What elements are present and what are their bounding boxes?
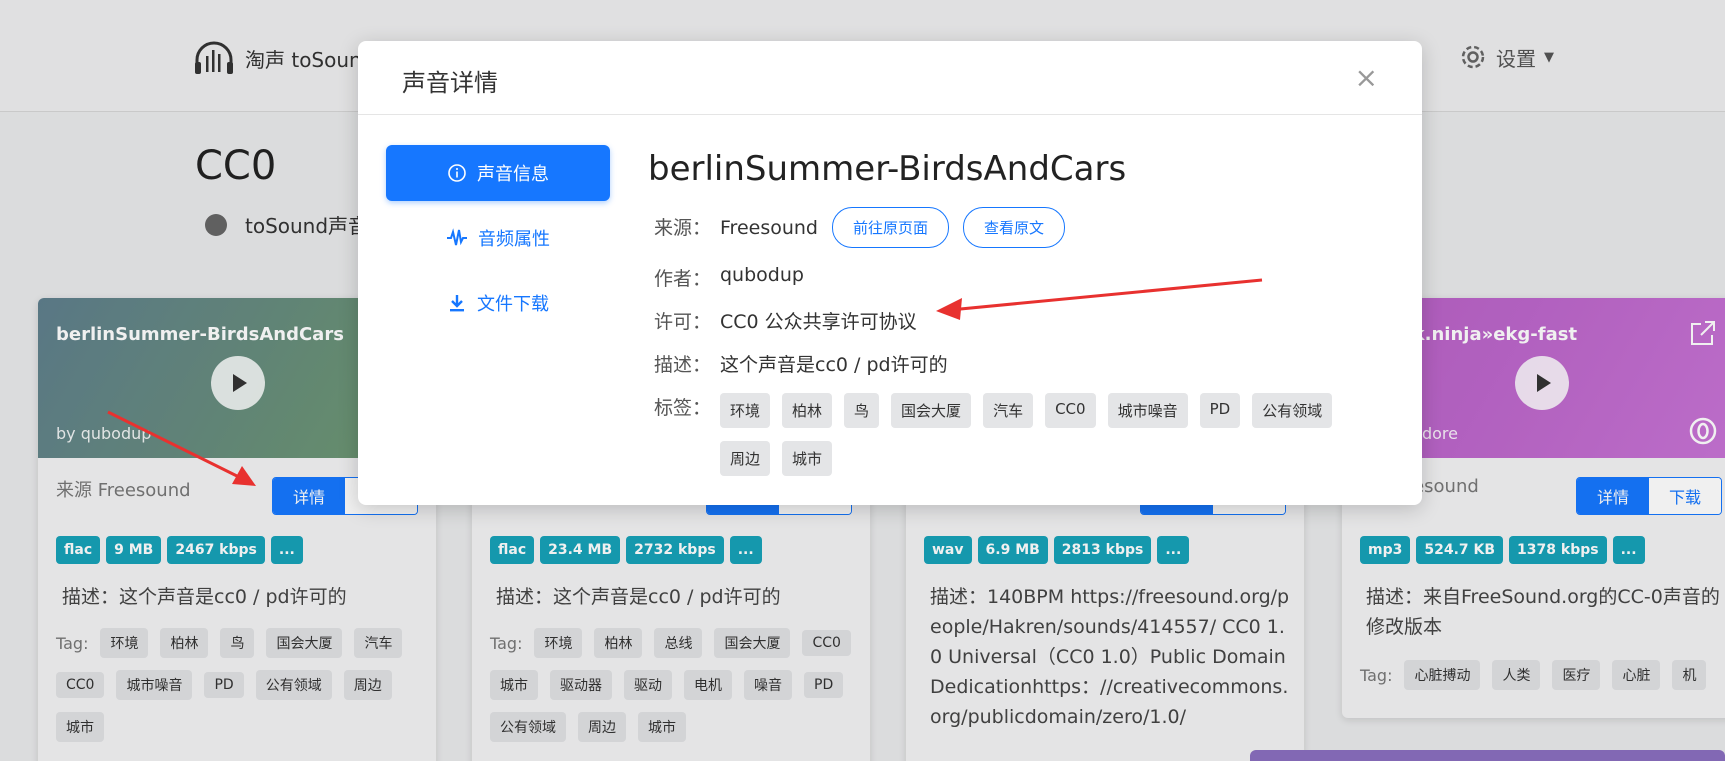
tag[interactable]: CC0 [1045, 393, 1096, 428]
tag[interactable]: 环境 [720, 393, 771, 428]
tag[interactable]: 公有领域 [1252, 393, 1333, 428]
source-row: 来源： Freesound 前往原页面 查看原文 [648, 207, 1388, 248]
sound-title: berlinSummer-BirdsAndCars [648, 149, 1127, 189]
source-value: Freesound [720, 216, 818, 239]
author-row: 作者： qubodup [648, 264, 1388, 291]
description-row: 描述： 这个声音是cc0 / pd许可的 [648, 350, 1388, 377]
license-key: 许可： [654, 311, 712, 333]
nav-label: 文件下载 [477, 294, 549, 315]
nav-file-download[interactable]: 文件下载 [386, 275, 610, 331]
tags-row: 标签： 环境 柏林 鸟 国会大厦 汽车 CC0 城市噪音 PD 公有领域 周边 … [648, 393, 1388, 476]
close-icon[interactable]: × [1355, 61, 1378, 94]
info-icon [448, 164, 466, 182]
tag[interactable]: PD [1199, 393, 1241, 428]
license-row: 许可： CC0 公众共享许可协议 [648, 307, 1388, 334]
desc-value: 这个声音是cc0 / pd许可的 [720, 354, 948, 376]
nav-label: 声音信息 [477, 164, 549, 185]
tag[interactable]: 国会大厦 [891, 393, 972, 428]
view-original-button[interactable]: 查看原文 [963, 207, 1066, 248]
tag[interactable]: 鸟 [844, 393, 880, 428]
modal-side-nav: 声音信息 音频属性 文件下载 [386, 145, 610, 340]
tag[interactable]: 城市 [782, 441, 833, 476]
nav-label: 音频属性 [478, 229, 550, 250]
license-value: CC0 公众共享许可协议 [720, 311, 917, 333]
modal-title: 声音详情 [402, 69, 498, 97]
tag[interactable]: 周边 [720, 441, 771, 476]
source-key: 来源： [654, 217, 712, 239]
download-icon [450, 295, 464, 312]
author-value: qubodup [720, 264, 804, 286]
modal-header: 声音详情 × [358, 41, 1422, 115]
source-values: Freesound 前往原页面 查看原文 [720, 207, 1066, 248]
nav-audio-properties[interactable]: 音频属性 [386, 210, 610, 266]
sound-info-panel: berlinSummer-BirdsAndCars 来源： Freesound … [648, 145, 1388, 476]
goto-origin-button[interactable]: 前往原页面 [832, 207, 950, 248]
desc-key: 描述： [654, 354, 712, 376]
tags-key: 标签： [654, 397, 712, 419]
tag[interactable]: 城市噪音 [1107, 393, 1188, 428]
tag[interactable]: 汽车 [983, 393, 1034, 428]
sound-detail-modal: 声音详情 × 声音信息 音频属性 文件下载 berlinSummer-Birds… [358, 41, 1422, 505]
waveform-icon [447, 228, 467, 246]
tag-list: 环境 柏林 鸟 国会大厦 汽车 CC0 城市噪音 PD 公有领域 周边 城市 [720, 393, 1360, 476]
author-key: 作者： [654, 268, 712, 290]
tag[interactable]: 柏林 [782, 393, 833, 428]
nav-sound-info[interactable]: 声音信息 [386, 145, 610, 201]
